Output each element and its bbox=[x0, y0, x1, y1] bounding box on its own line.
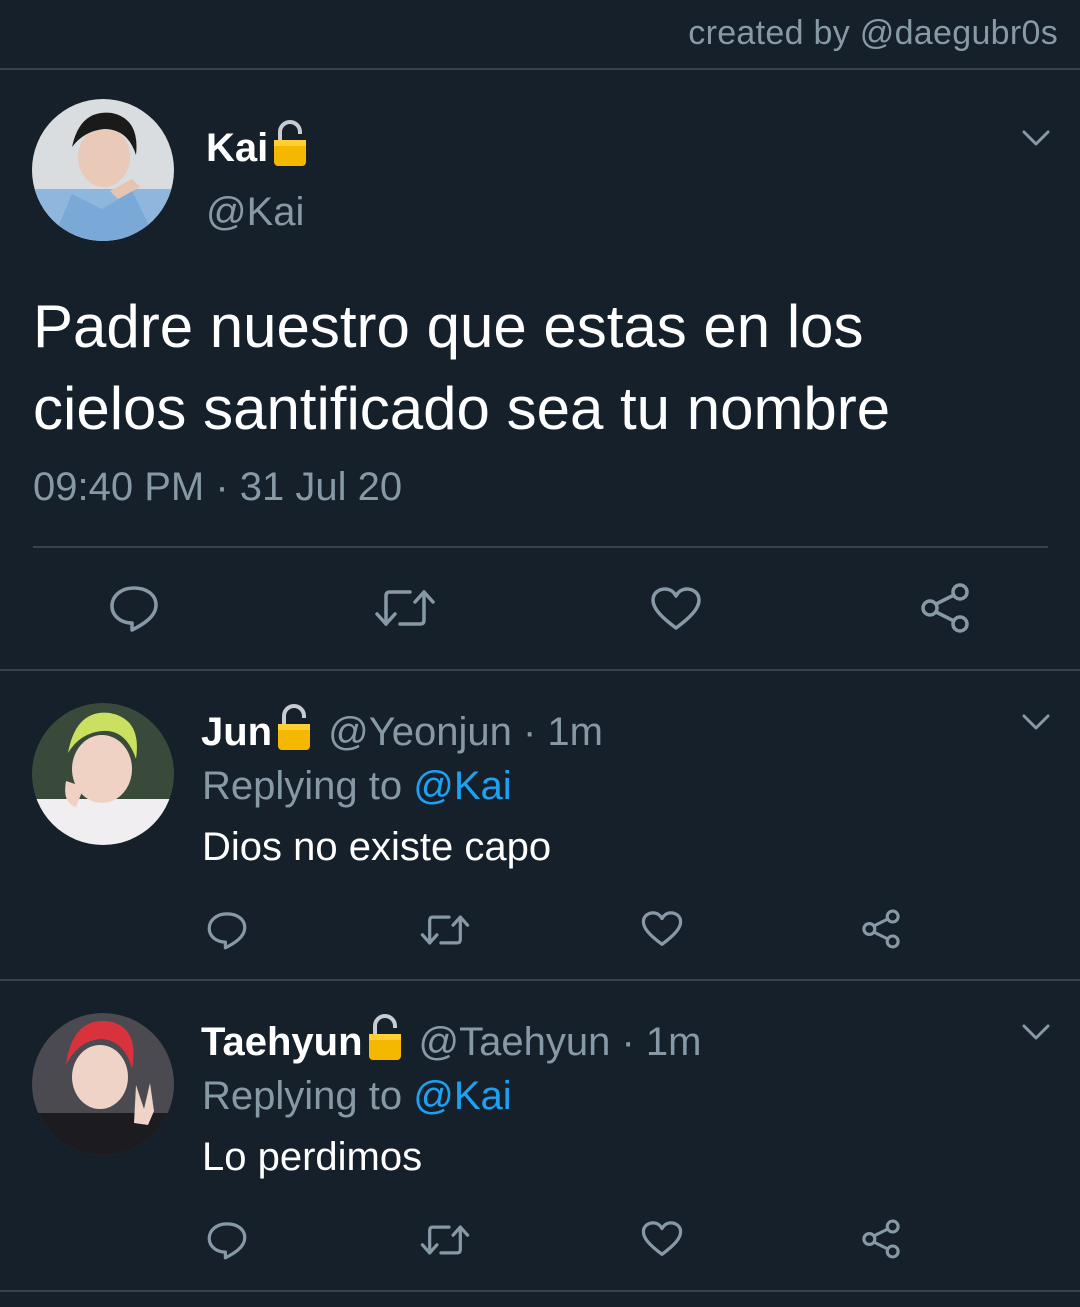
author-display-name: Kai bbox=[206, 125, 269, 170]
chevron-down-icon[interactable] bbox=[1020, 126, 1052, 150]
reply-display-name: Taehyun bbox=[201, 1019, 363, 1064]
avatar-jun[interactable] bbox=[32, 703, 174, 845]
share-icon[interactable] bbox=[860, 908, 902, 950]
chevron-down-icon[interactable] bbox=[1020, 1020, 1052, 1044]
section-divider bbox=[0, 669, 1080, 671]
lock-icon bbox=[274, 702, 314, 762]
tweet-text-line1: Padre nuestro que estas en los bbox=[33, 293, 864, 360]
tweet-divider bbox=[33, 546, 1048, 548]
reply-display-name: Jun bbox=[201, 709, 273, 754]
replying-to-prefix: Replying to bbox=[202, 764, 414, 808]
watermark-text: created by @daegubr0s bbox=[688, 14, 1058, 52]
author-name[interactable]: Kai bbox=[206, 118, 310, 178]
replying-to: Replying to @Kai bbox=[202, 764, 512, 809]
lock-icon bbox=[365, 1012, 405, 1072]
like-icon[interactable] bbox=[641, 1220, 683, 1258]
replying-to-mention[interactable]: @Kai bbox=[413, 1074, 511, 1118]
replying-to-mention[interactable]: @Kai bbox=[413, 764, 511, 808]
tweet-timestamp[interactable]: 09:40 PM · 31 Jul 20 bbox=[33, 465, 402, 510]
replying-to-prefix: Replying to bbox=[202, 1074, 414, 1118]
share-icon[interactable] bbox=[918, 582, 972, 634]
like-icon[interactable] bbox=[650, 586, 702, 632]
top-divider bbox=[0, 68, 1080, 70]
reply-text: Lo perdimos bbox=[202, 1135, 423, 1179]
reply-text: Dios no existe capo bbox=[202, 825, 552, 869]
reply-author-name[interactable]: Taehyun @Taehyun · 1m bbox=[201, 1012, 701, 1072]
replying-to: Replying to @Kai bbox=[202, 1074, 512, 1119]
avatar-taehyun[interactable] bbox=[32, 1013, 174, 1155]
chevron-down-icon[interactable] bbox=[1020, 710, 1052, 734]
lock-icon bbox=[270, 118, 310, 178]
reply-author-name[interactable]: Jun @Yeonjun · 1m bbox=[201, 702, 603, 762]
avatar-kai[interactable] bbox=[32, 99, 174, 241]
tweet-text: Padre nuestro que estas en los cielos sa… bbox=[33, 286, 1033, 450]
author-handle[interactable]: @Kai bbox=[206, 190, 304, 235]
retweet-icon[interactable] bbox=[374, 586, 436, 630]
section-divider bbox=[0, 979, 1080, 981]
tweet-text-line2: cielos santificado sea tu nombre bbox=[33, 375, 891, 442]
reply-icon[interactable] bbox=[206, 1220, 248, 1260]
reply-handle-time[interactable]: @Yeonjun · 1m bbox=[328, 710, 603, 755]
reply-handle-time[interactable]: @Taehyun · 1m bbox=[419, 1020, 702, 1065]
section-divider bbox=[0, 1290, 1080, 1292]
retweet-icon[interactable] bbox=[420, 1222, 470, 1258]
reply-icon[interactable] bbox=[206, 910, 248, 950]
reply-icon[interactable] bbox=[108, 584, 160, 632]
retweet-icon[interactable] bbox=[420, 912, 470, 948]
like-icon[interactable] bbox=[641, 910, 683, 948]
share-icon[interactable] bbox=[860, 1218, 902, 1260]
